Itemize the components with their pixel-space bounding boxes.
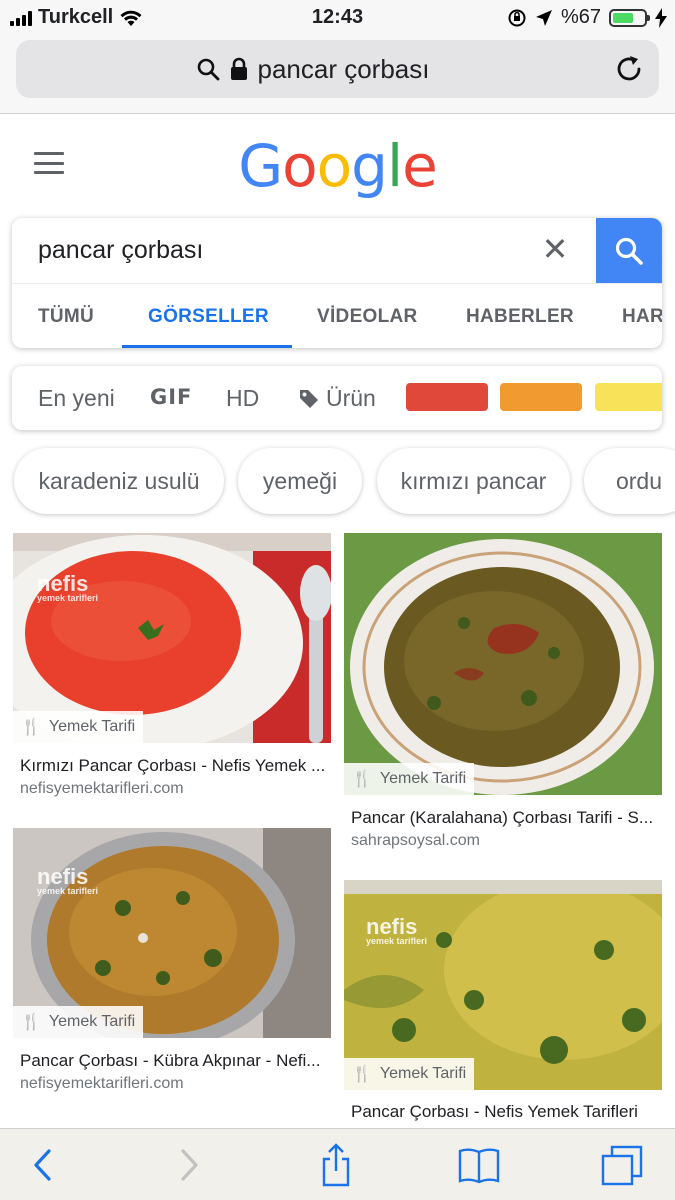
result-thumbnail[interactable]: nefis yemek tarifleri 🍴 Yemek Tarifi: [13, 828, 331, 1038]
image-result[interactable]: nefis yemek tarifleri 🍴 Yemek Tarifi Pan…: [13, 828, 331, 1098]
share-button[interactable]: [312, 1143, 360, 1187]
soup-image: [344, 533, 662, 795]
address-content[interactable]: pancar çorbası: [16, 40, 609, 98]
recipe-badge: 🍴 Yemek Tarifi: [344, 763, 475, 795]
watermark-subtext: yemek tarifleri: [366, 936, 428, 946]
fork-knife-icon: 🍴: [352, 771, 372, 788]
bookmarks-icon: [458, 1148, 500, 1184]
share-icon: [322, 1143, 350, 1187]
logo-letter: g: [351, 132, 388, 200]
result-source[interactable]: nefisyemektarifleri.com: [20, 1075, 184, 1093]
charging-icon: [655, 7, 667, 28]
status-right: %67: [507, 6, 667, 29]
tab-news[interactable]: HABERLER: [466, 306, 574, 328]
back-icon: [34, 1149, 51, 1181]
color-swatch-yellow[interactable]: [595, 383, 662, 411]
forward-button[interactable]: [166, 1143, 214, 1187]
color-swatch-orange[interactable]: [500, 383, 582, 411]
search-card: pancar çorbası ✕ TÜMÜ GÖRSELLER VİDEOLAR…: [12, 218, 662, 348]
bookmarks-button[interactable]: [455, 1143, 503, 1187]
recipe-badge: 🍴 Yemek Tarifi: [344, 1058, 475, 1090]
filter-product-label: Ürün: [326, 385, 376, 411]
badge-label: Yemek Tarifi: [48, 1013, 136, 1030]
badge-label: Yemek Tarifi: [48, 718, 136, 735]
fork-knife-icon: 🍴: [21, 1014, 41, 1031]
google-logo[interactable]: Google: [0, 132, 675, 200]
battery-percent: %67: [560, 6, 601, 28]
result-thumbnail[interactable]: nefis yemek tarifleri 🍴 Yemek Tarifi: [13, 533, 331, 743]
image-result[interactable]: nefis yemek tarifleri 🍴 Yemek Tarifi Kır…: [13, 533, 331, 803]
search-input[interactable]: pancar çorbası: [38, 236, 203, 265]
tag-icon: [300, 389, 318, 408]
recipe-badge: 🍴 Yemek Tarifi: [13, 1006, 144, 1038]
logo-letter: o: [316, 132, 352, 200]
logo-letter: G: [238, 132, 283, 200]
clear-icon[interactable]: ✕: [538, 231, 572, 267]
orientation-lock-icon: [508, 9, 526, 26]
location-icon: [535, 9, 552, 26]
badge-label: Yemek Tarifi: [379, 1065, 467, 1082]
tab-videos[interactable]: VİDEOLAR: [317, 306, 418, 328]
safari-toolbar: [0, 1128, 675, 1200]
reload-icon[interactable]: [613, 53, 645, 85]
result-source[interactable]: nefisyemektarifleri.com: [20, 780, 184, 798]
logo-letter: o: [282, 132, 317, 200]
watermark-logo: nefis yemek tarifleri: [366, 916, 428, 947]
result-source[interactable]: sahrapsoysal.com: [351, 832, 480, 850]
search-icon: [615, 237, 643, 265]
watermark-subtext: yemek tarifleri: [37, 886, 99, 896]
result-thumbnail[interactable]: nefis yemek tarifleri 🍴 Yemek Tarifi: [344, 880, 662, 1090]
tabs-icon: [601, 1145, 643, 1186]
address-bar[interactable]: pancar çorbası: [16, 40, 659, 98]
chip-ordu[interactable]: ordu: [584, 448, 675, 514]
fork-knife-icon: 🍴: [352, 1066, 372, 1083]
logo-letter: l: [386, 132, 403, 200]
fork-knife-icon: 🍴: [21, 719, 41, 736]
chip-karadeniz[interactable]: karadeniz usulü: [14, 448, 224, 514]
result-title[interactable]: Pancar Çorbası - Nefis Yemek Tarifleri: [351, 1102, 661, 1122]
back-button[interactable]: [18, 1143, 66, 1187]
chip-yemegi[interactable]: yemeği: [238, 448, 362, 514]
tabs-button[interactable]: [598, 1143, 646, 1187]
tab-images[interactable]: GÖRSELLER: [148, 306, 269, 328]
search-row: pancar çorbası ✕: [12, 218, 662, 283]
search-icon: [197, 58, 219, 81]
color-swatch-red[interactable]: [406, 383, 488, 411]
filter-gif[interactable]: GIF: [150, 385, 192, 409]
recipe-badge: 🍴 Yemek Tarifi: [13, 711, 144, 743]
watermark-subtext: yemek tarifleri: [37, 593, 99, 603]
safari-address-area: pancar çorbası: [0, 34, 675, 114]
image-result[interactable]: nefis yemek tarifleri 🍴 Yemek Tarifi Pan…: [344, 880, 662, 1125]
result-title[interactable]: Pancar Çorbası - Kübra Akpınar - Nefi...: [20, 1051, 330, 1071]
filter-product[interactable]: Ürün: [298, 385, 376, 412]
address-query: pancar çorbası: [257, 53, 430, 84]
tab-all[interactable]: TÜMÜ: [38, 306, 94, 328]
filter-newest[interactable]: En yeni: [38, 385, 115, 412]
search-button[interactable]: [596, 218, 662, 283]
tab-maps-partial[interactable]: HAR: [622, 306, 662, 328]
lock-icon: [230, 57, 247, 80]
filter-hd[interactable]: HD: [226, 385, 259, 412]
forward-icon: [181, 1149, 198, 1181]
logo-letter: e: [402, 132, 438, 200]
watermark-logo: nefis yemek tarifleri: [37, 573, 99, 604]
battery-icon: [609, 8, 650, 27]
image-result[interactable]: 🍴 Yemek Tarifi Pancar (Karalahana) Çorba…: [344, 533, 662, 853]
active-tab-indicator: [122, 345, 292, 348]
chip-kirmizi-pancar[interactable]: kırmızı pancar: [377, 448, 570, 514]
result-thumbnail[interactable]: 🍴 Yemek Tarifi: [344, 533, 662, 795]
result-title[interactable]: Kırmızı Pancar Çorbası - Nefis Yemek ...: [20, 756, 330, 776]
watermark-logo: nefis yemek tarifleri: [37, 866, 99, 897]
status-bar: Turkcell 12:43 %67: [0, 0, 675, 34]
badge-label: Yemek Tarifi: [379, 770, 467, 787]
image-tools: En yeni GIF HD Ürün: [12, 366, 662, 430]
search-tabs: TÜMÜ GÖRSELLER VİDEOLAR HABERLER HAR: [12, 283, 662, 348]
result-title[interactable]: Pancar (Karalahana) Çorbası Tarifi - S..…: [351, 808, 661, 828]
